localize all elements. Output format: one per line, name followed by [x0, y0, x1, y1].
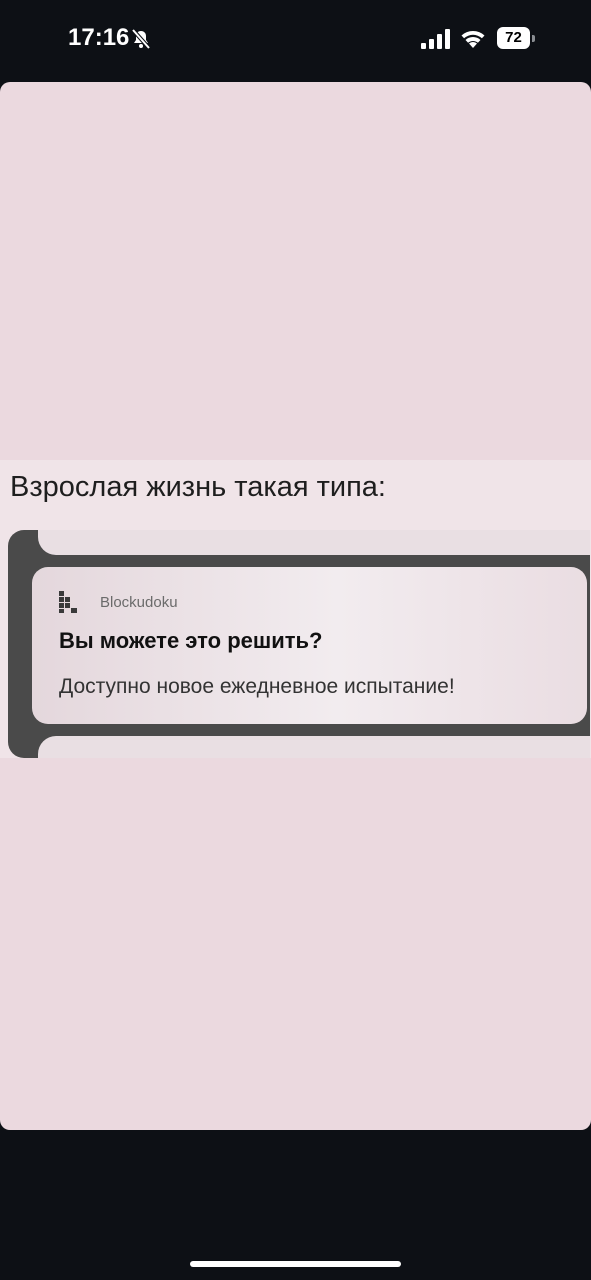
- home-indicator[interactable]: [190, 1261, 401, 1267]
- phone-bottom-strip: [38, 736, 590, 758]
- meme-caption: Взрослая жизнь такая типа:: [10, 471, 386, 503]
- notification-title: Вы можете это решить?: [59, 628, 323, 653]
- phone-screenshot: Blockudoku Вы можете это решить? Доступн…: [8, 530, 590, 758]
- signal-icon: [421, 29, 450, 49]
- content-card: Взрослая жизнь такая типа: Blockudoku Вы…: [0, 82, 591, 1130]
- mute-icon: [131, 28, 151, 50]
- battery-icon: 72: [497, 27, 535, 49]
- notification-app-name: Blockudoku: [100, 594, 178, 611]
- notification-body: Доступно новое ежедневное испытание!: [59, 675, 455, 698]
- battery-level: 72: [497, 27, 530, 49]
- battery-cap: [532, 35, 535, 42]
- notification-banner: Blockudoku Вы можете это решить? Доступн…: [32, 567, 587, 724]
- blockudoku-app-icon: [59, 591, 77, 613]
- phone-top-strip: [38, 530, 590, 555]
- status-time: 17:16: [68, 24, 130, 51]
- meme-image: Взрослая жизнь такая типа: Blockudoku Вы…: [0, 460, 591, 758]
- status-bar: 17:16 72: [0, 0, 591, 80]
- wifi-icon: [461, 31, 485, 48]
